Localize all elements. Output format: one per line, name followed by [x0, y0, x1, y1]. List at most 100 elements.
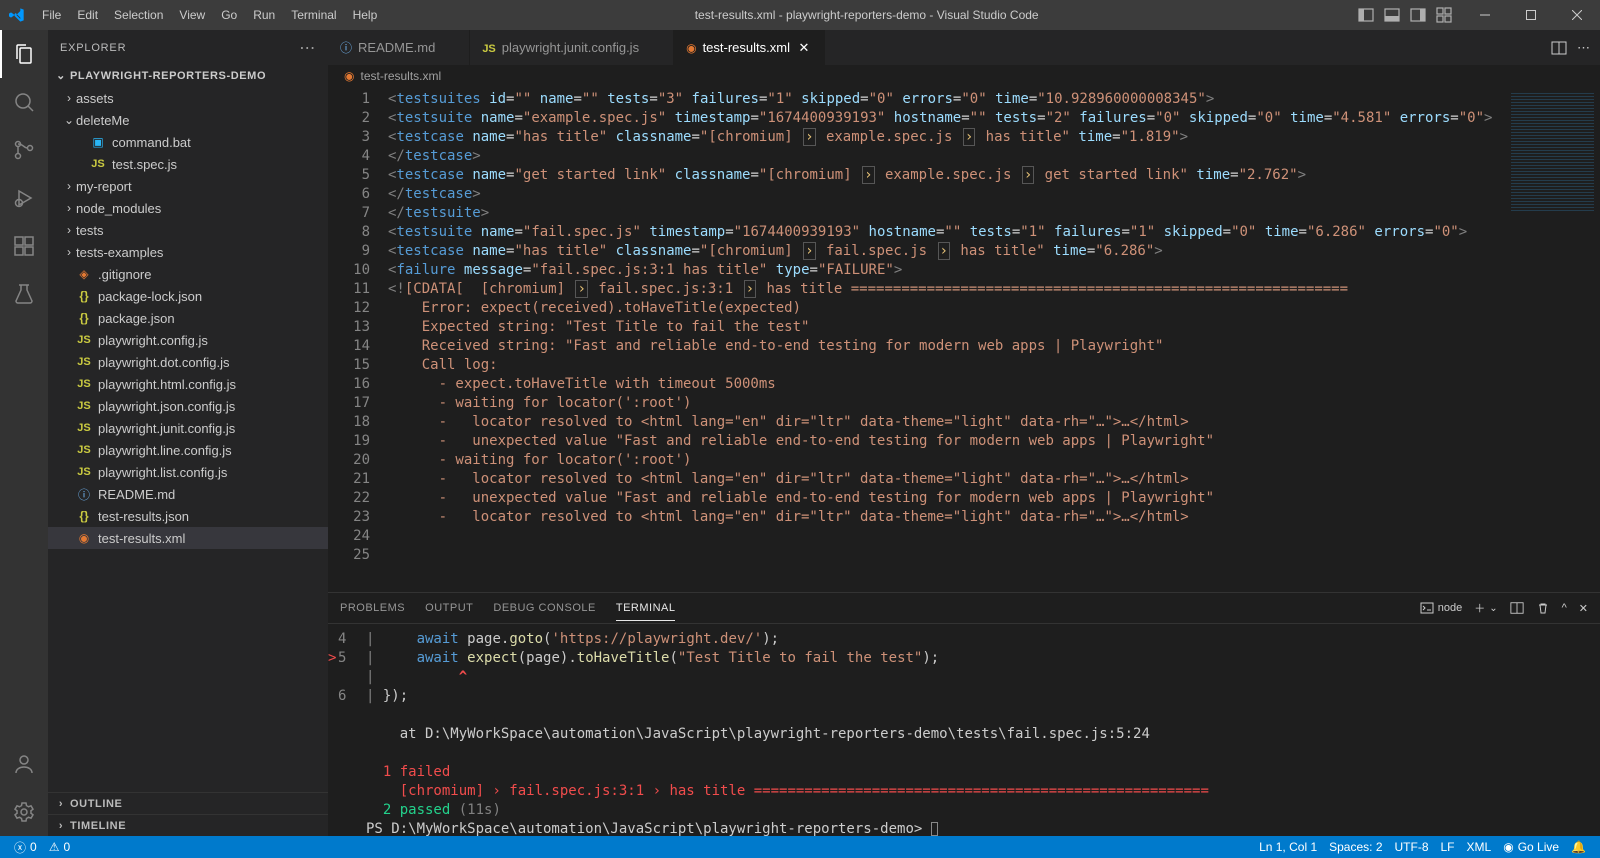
json-icon: {}	[76, 311, 92, 325]
maximize-button[interactable]	[1508, 0, 1554, 30]
chevron-icon: ›	[62, 201, 76, 215]
folder-tests[interactable]: ›tests	[48, 219, 328, 241]
folder-assets[interactable]: ›assets	[48, 87, 328, 109]
sidebar: EXPLORER ⋯ ⌄ PLAYWRIGHT-REPORTERS-DEMO ›…	[48, 30, 328, 836]
rss-icon: ◉	[76, 531, 92, 545]
testing-view-icon[interactable]	[0, 270, 48, 318]
source-control-view-icon[interactable]	[0, 126, 48, 174]
eol[interactable]: LF	[1435, 836, 1461, 858]
minimize-button[interactable]	[1462, 0, 1508, 30]
file-test-results-xml[interactable]: ◉test-results.xml	[48, 527, 328, 549]
menu-terminal[interactable]: Terminal	[283, 0, 344, 30]
customize-layout-icon[interactable]	[1434, 5, 1454, 25]
split-terminal-icon[interactable]	[1510, 601, 1524, 615]
info-icon: ⓘ	[340, 39, 352, 56]
js-icon: JS	[76, 356, 92, 368]
chevron-icon: ›	[62, 91, 76, 105]
menu-help[interactable]: Help	[345, 0, 386, 30]
close-button[interactable]	[1554, 0, 1600, 30]
file-package-lock-json[interactable]: {}package-lock.json	[48, 285, 328, 307]
node-label: README.md	[98, 487, 175, 502]
split-editor-icon[interactable]	[1551, 40, 1567, 56]
minimap[interactable]	[1504, 87, 1600, 592]
file-command-bat[interactable]: ▣command.bat	[48, 131, 328, 153]
status-errors[interactable]: ⓧ0	[8, 836, 43, 858]
timeline-label: TIMELINE	[70, 820, 126, 832]
file-playwright-dot-config-js[interactable]: JSplaywright.dot.config.js	[48, 351, 328, 373]
indentation[interactable]: Spaces: 2	[1323, 836, 1388, 858]
run-debug-view-icon[interactable]	[0, 174, 48, 222]
file-playwright-json-config-js[interactable]: JSplaywright.json.config.js	[48, 395, 328, 417]
menu-run[interactable]: Run	[245, 0, 283, 30]
panel-tab-output[interactable]: OUTPUT	[425, 596, 473, 620]
language-mode[interactable]: XML	[1461, 836, 1498, 858]
close-panel-icon[interactable]: ✕	[1579, 602, 1588, 615]
settings-gear-icon[interactable]	[0, 788, 48, 836]
go-live[interactable]: ◉Go Live	[1497, 836, 1565, 858]
git-icon: ◈	[76, 267, 92, 281]
extensions-view-icon[interactable]	[0, 222, 48, 270]
terminal-launch-profile[interactable]: node	[1420, 601, 1462, 615]
file-playwright-line-config-js[interactable]: JSplaywright.line.config.js	[48, 439, 328, 461]
editor-more-icon[interactable]: ⋯	[1577, 40, 1590, 56]
status-warnings[interactable]: ⚠0	[43, 836, 76, 858]
panel: PROBLEMS OUTPUT DEBUG CONSOLE TERMINAL node…	[328, 592, 1600, 836]
folder-deleteMe[interactable]: ⌄deleteMe	[48, 109, 328, 131]
encoding[interactable]: UTF-8	[1389, 836, 1435, 858]
toggle-primary-sidebar-icon[interactable]	[1356, 5, 1376, 25]
node-label: playwright.json.config.js	[98, 399, 235, 414]
go-live-label: Go Live	[1518, 840, 1559, 854]
file-README-md[interactable]: ⓘ README.md	[48, 483, 328, 505]
cursor-position[interactable]: Ln 1, Col 1	[1253, 836, 1323, 858]
tab-README-md[interactable]: ⓘREADME.md✕	[328, 30, 470, 65]
file-playwright-junit-config-js[interactable]: JSplaywright.junit.config.js	[48, 417, 328, 439]
folder-tests-examples[interactable]: ›tests-examples	[48, 241, 328, 263]
outline-section[interactable]: ›OUTLINE	[48, 792, 328, 814]
js-icon: JS	[76, 334, 92, 346]
code-content[interactable]: <testsuites id="" name="" tests="3" fail…	[388, 87, 1504, 592]
sidebar-more-icon[interactable]: ⋯	[299, 38, 316, 58]
editor[interactable]: 1234567891011121314151617181920212223242…	[328, 87, 1600, 592]
js-icon: JS	[76, 378, 92, 390]
file-playwright-config-js[interactable]: JSplaywright.config.js	[48, 329, 328, 351]
menu-view[interactable]: View	[171, 0, 213, 30]
panel-tab-debug-console[interactable]: DEBUG CONSOLE	[493, 596, 595, 620]
file-package-json[interactable]: {}package.json	[48, 307, 328, 329]
accounts-icon[interactable]	[0, 740, 48, 788]
toggle-secondary-sidebar-icon[interactable]	[1408, 5, 1428, 25]
menu-go[interactable]: Go	[213, 0, 245, 30]
terminal-shell-label: node	[1438, 602, 1462, 614]
tab-playwright-junit-config-js[interactable]: JSplaywright.junit.config.js✕	[470, 30, 674, 65]
file-test-results-json[interactable]: {}test-results.json	[48, 505, 328, 527]
file-playwright-html-config-js[interactable]: JSplaywright.html.config.js	[48, 373, 328, 395]
menu-file[interactable]: File	[34, 0, 69, 30]
timeline-section[interactable]: ›TIMELINE	[48, 814, 328, 836]
panel-tab-terminal[interactable]: TERMINAL	[616, 596, 676, 621]
explorer-root[interactable]: ⌄ PLAYWRIGHT-REPORTERS-DEMO	[48, 65, 328, 87]
file--gitignore[interactable]: ◈.gitignore	[48, 263, 328, 285]
menu-edit[interactable]: Edit	[69, 0, 106, 30]
chevron-icon: ›	[62, 223, 76, 237]
node-label: tests-examples	[76, 245, 163, 260]
close-tab-icon[interactable]: ✕	[796, 40, 812, 56]
kill-terminal-icon[interactable]	[1536, 601, 1550, 615]
menu-selection[interactable]: Selection	[106, 0, 171, 30]
chevron-down-icon: ⌄	[54, 65, 68, 87]
terminal-output[interactable]: 4| await page.goto('https://playwright.d…	[328, 624, 1600, 836]
tab-test-results-xml[interactable]: ◉test-results.xml✕	[674, 30, 825, 65]
new-terminal-icon[interactable]: ＋⌄	[1474, 600, 1497, 616]
panel-tab-problems[interactable]: PROBLEMS	[340, 596, 405, 620]
notifications-icon[interactable]: 🔔	[1565, 836, 1592, 858]
file-test-spec-js[interactable]: JStest.spec.js	[48, 153, 328, 175]
maximize-panel-icon[interactable]: ^	[1562, 602, 1567, 614]
breadcrumb[interactable]: ◉ test-results.xml	[328, 65, 1600, 87]
explorer-view-icon[interactable]	[0, 30, 48, 78]
info-icon: ⓘ	[76, 486, 92, 503]
node-label: playwright.junit.config.js	[98, 421, 235, 436]
folder-node_modules[interactable]: ›node_modules	[48, 197, 328, 219]
rss-icon: ◉	[686, 41, 696, 55]
folder-my-report[interactable]: ›my-report	[48, 175, 328, 197]
search-view-icon[interactable]	[0, 78, 48, 126]
file-playwright-list-config-js[interactable]: JSplaywright.list.config.js	[48, 461, 328, 483]
toggle-panel-icon[interactable]	[1382, 5, 1402, 25]
